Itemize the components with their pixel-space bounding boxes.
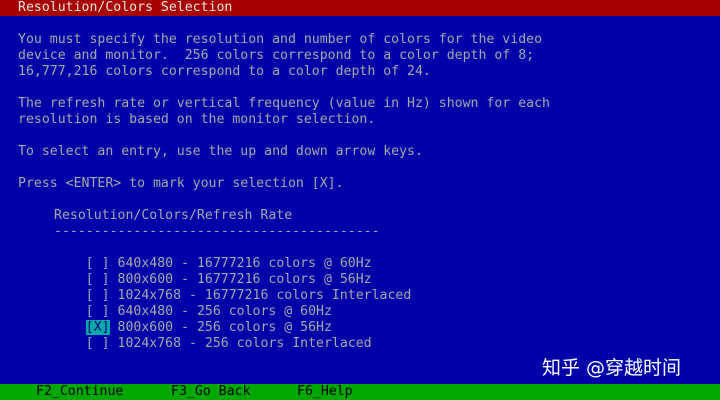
f3-go-back-key[interactable]: F3_Go Back [171,384,250,400]
watermark: 知乎 @穿越时间 [542,357,682,379]
f6-help-key[interactable]: F6_Help [297,384,353,400]
intro-line-3: 16,777,216 colors correspond to a color … [18,64,431,79]
f2-continue-key[interactable]: F2_Continue [36,384,123,400]
list-item-1024x768-256[interactable]: [ ] 1024x768 - 256 colors Interlaced [54,320,372,351]
instruction-mark: Press <ENTER> to mark your selection [X]… [18,176,344,191]
refresh-note-line-2: resolution is based on the monitor selec… [18,112,376,127]
footer-bar: F2_Continue F3_Go Back F6_Help [0,384,720,400]
intro-line-2: device and monitor. 256 colors correspon… [18,48,535,63]
list-separator: ----------------------------------------… [54,224,380,239]
list-item-640x480-256[interactable]: [ ] 640x480 - 256 colors @ 60Hz [54,288,332,319]
intro-line-1: You must specify the resolution and numb… [18,32,543,47]
list-item-1024x768-16m[interactable]: [ ] 1024x768 - 16777216 colors Interlace… [54,272,412,303]
list-item-label: 1024x768 - 256 colors Interlaced [117,336,372,351]
title-text: Resolution/Colors Selection [18,0,233,15]
instruction-select: To select an entry, use the up and down … [18,144,423,159]
refresh-note-line-1: The refresh rate or vertical frequency (… [18,96,550,111]
checkbox[interactable]: [ ] [86,336,110,351]
list-item-800x600-256[interactable]: [X] 800x600 - 256 colors @ 56Hz [54,304,332,335]
list-item-640x480-16m[interactable]: [ ] 640x480 - 16777216 colors @ 60Hz [54,240,372,271]
list-header: Resolution/Colors/Refresh Rate [54,208,293,223]
title-bar: Resolution/Colors Selection [0,0,720,16]
list-item-800x600-16m[interactable]: [ ] 800x600 - 16777216 colors @ 56Hz [54,256,372,287]
